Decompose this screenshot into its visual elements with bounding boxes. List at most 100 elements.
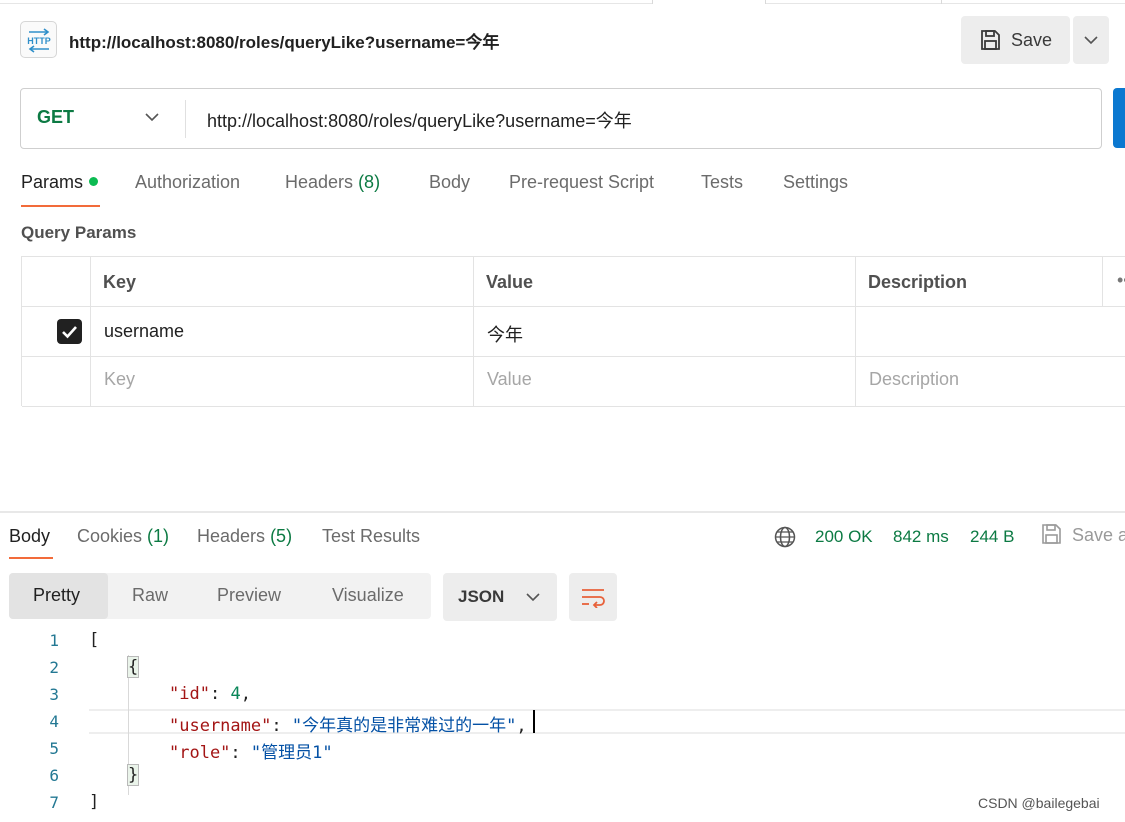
code-line[interactable]: }	[126, 764, 140, 786]
chevron-down-icon	[1084, 35, 1098, 44]
line-number: 6	[49, 766, 59, 785]
view-mode-pretty[interactable]: Pretty	[33, 585, 80, 606]
code-line[interactable]: "role": "管理员1"	[169, 738, 333, 763]
json-key: "role"	[169, 743, 231, 763]
response-tab-body[interactable]: Body	[9, 526, 50, 547]
code-line[interactable]: [	[89, 630, 99, 650]
param-value[interactable]: 今年	[487, 321, 523, 347]
tab-label: Headers	[285, 172, 354, 192]
wrap-lines-icon	[582, 589, 605, 608]
response-tab-headers[interactable]: Headers (5)	[197, 526, 292, 547]
watermark: CSDN @bailegebai	[978, 795, 1100, 811]
line-number: 3	[49, 685, 59, 704]
more-icon[interactable]: ••	[1117, 270, 1125, 291]
line-number: 7	[49, 793, 59, 812]
view-mode-preview[interactable]: Preview	[217, 585, 281, 606]
response-tab-test-results[interactable]: Test Results	[322, 526, 420, 547]
row-description-cell[interactable]	[855, 307, 1125, 357]
save-button[interactable]: Save	[961, 16, 1070, 64]
code-line[interactable]: ]	[89, 792, 99, 812]
new-value-placeholder[interactable]: Value	[487, 369, 532, 390]
json-brace-highlighted: {	[126, 656, 140, 678]
response-status-code[interactable]: 200 OK	[815, 527, 873, 547]
tab-count: (8)	[358, 172, 381, 192]
save-options-button[interactable]	[1073, 16, 1109, 64]
url-input[interactable]: http://localhost:8080/roles/queryLike?us…	[207, 107, 632, 133]
more-columns-cell[interactable]: ••	[1102, 257, 1125, 307]
tab-tests[interactable]: Tests	[701, 172, 743, 193]
checkmark-icon	[62, 325, 77, 338]
chevron-down-icon	[526, 592, 540, 601]
globe-icon[interactable]	[774, 526, 796, 553]
line-number: 5	[49, 739, 59, 758]
param-enabled-checkbox[interactable]	[57, 319, 82, 344]
column-header-value: Value	[486, 272, 534, 292]
tab-strip-segment	[942, 0, 1125, 4]
new-key-placeholder[interactable]: Key	[104, 369, 135, 390]
save-response-icon[interactable]	[1040, 523, 1062, 550]
tab-label: Body	[429, 172, 471, 192]
new-value-cell[interactable]: Value	[473, 357, 856, 407]
json-string-value: "今年真的是非常难过的一年"	[291, 716, 517, 736]
new-description-cell[interactable]: Description	[855, 357, 1125, 407]
request-title[interactable]: http://localhost:8080/roles/queryLike?us…	[69, 28, 499, 53]
row-value-cell[interactable]: 今年	[473, 307, 856, 357]
column-header-key: Key	[103, 272, 137, 292]
json-brace-highlighted: }	[126, 764, 140, 786]
response-time[interactable]: 842 ms	[893, 527, 949, 547]
save-button-label: Save	[1011, 29, 1053, 50]
json-sep: :	[271, 716, 292, 736]
send-button[interactable]	[1113, 88, 1125, 148]
json-bracket: ]	[89, 792, 100, 812]
tab-label: Cookies	[77, 526, 143, 546]
wrap-lines-button[interactable]	[569, 573, 617, 621]
tab-label: Settings	[783, 172, 849, 192]
tab-settings[interactable]: Settings	[783, 172, 848, 193]
save-response-button[interactable]: Save a	[1072, 525, 1125, 546]
response-tab-cookies[interactable]: Cookies (1)	[77, 526, 169, 547]
line-number: 1	[49, 631, 59, 650]
new-description-placeholder[interactable]: Description	[869, 369, 959, 390]
tab-count: (1)	[147, 526, 170, 546]
tab-strip-segment	[766, 0, 941, 4]
tab-body[interactable]: Body	[429, 172, 470, 193]
header-description-cell: Description	[855, 257, 1103, 307]
query-params-heading: Query Params	[21, 223, 137, 242]
tab-label: Tests	[701, 172, 744, 192]
row-key-cell[interactable]: username	[90, 307, 474, 357]
json-sep: :	[209, 684, 231, 704]
query-params-table: Key Value Description •• username 今年 Key…	[21, 256, 1125, 407]
view-mode-visualize[interactable]: Visualize	[332, 585, 404, 606]
method-select[interactable]: GET	[37, 107, 74, 128]
tab-authorization[interactable]: Authorization	[135, 172, 240, 193]
view-mode-raw[interactable]: Raw	[132, 585, 168, 606]
code-line[interactable]: {	[126, 656, 140, 678]
code-line[interactable]: "username": "今年真的是非常难过的一年",	[169, 711, 527, 736]
params-active-dot	[89, 176, 99, 186]
json-comma: ,	[516, 716, 527, 736]
active-response-tab-indicator	[9, 557, 53, 559]
tab-strip-segment	[0, 0, 652, 4]
tab-params[interactable]: Params	[21, 172, 99, 193]
json-sep: :	[230, 743, 251, 763]
column-header-description: Description	[868, 272, 968, 292]
response-size[interactable]: 244 B	[970, 527, 1014, 547]
format-select[interactable]: JSON	[443, 573, 557, 621]
format-select-label: JSON	[458, 587, 505, 606]
top-tab-strip	[0, 0, 1125, 4]
tab-headers[interactable]: Headers (8)	[285, 172, 380, 193]
tab-label: Params	[21, 172, 84, 192]
json-key: "username"	[169, 716, 272, 736]
text-caret	[533, 710, 535, 733]
active-tab-indicator	[21, 205, 100, 207]
code-line[interactable]: "id": 4,	[169, 684, 251, 704]
chevron-down-icon[interactable]	[144, 109, 160, 127]
json-comma: ,	[240, 684, 251, 704]
tab-label: Body	[9, 526, 51, 546]
svg-text:HTTP: HTTP	[27, 36, 51, 46]
tab-pre-request-script[interactable]: Pre-request Script	[509, 172, 654, 193]
header-checkbox-cell	[22, 257, 91, 307]
new-key-cell[interactable]: Key	[90, 357, 474, 407]
response-pane-divider[interactable]	[0, 511, 1125, 513]
param-key[interactable]: username	[104, 321, 184, 342]
